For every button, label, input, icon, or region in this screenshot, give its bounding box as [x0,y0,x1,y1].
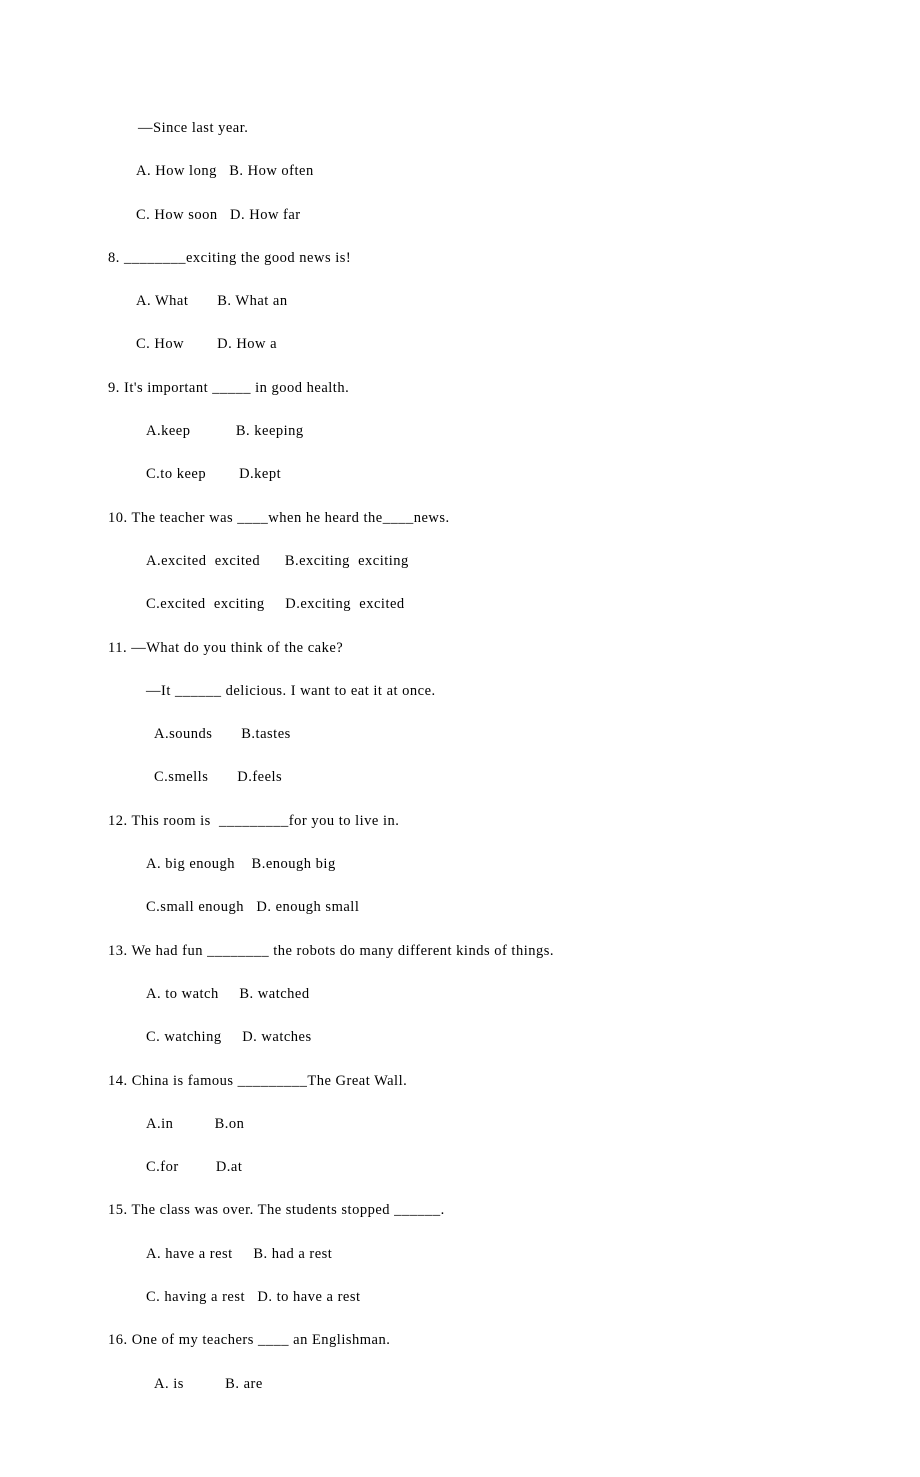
question-line: 12. This room is _________for you to liv… [108,811,920,831]
question-line: 14. China is famous _________The Great W… [108,1071,920,1091]
option-line: A.excited excited B.exciting exciting [108,551,920,571]
option-line: A. How long B. How often [108,161,920,181]
option-line: C.smells D.feels [108,767,920,787]
question-line: 10. The teacher was ____when he heard th… [108,508,920,528]
option-line: A. have a rest B. had a rest [108,1244,920,1264]
option-line: C. How D. How a [108,334,920,354]
question-line: 11. —What do you think of the cake? [108,638,920,658]
option-line: A.keep B. keeping [108,421,920,441]
question-line: 9. It's important _____ in good health. [108,378,920,398]
option-line: A. big enough B.enough big [108,854,920,874]
option-line: C. having a rest D. to have a rest [108,1287,920,1307]
option-line: A. is B. are [108,1374,920,1394]
option-line: A. to watch B. watched [108,984,920,1004]
question-line: 13. We had fun ________ the robots do ma… [108,941,920,961]
option-line: A. What B. What an [108,291,920,311]
worksheet-page: —Since last year. A. How long B. How oft… [0,118,920,1394]
question-line: 8. ________exciting the good news is! [108,248,920,268]
option-line: C. How soon D. How far [108,205,920,225]
question-line: 16. One of my teachers ____ an Englishma… [108,1330,920,1350]
answer-line: —It ______ delicious. I want to eat it a… [108,681,920,701]
option-line: C.small enough D. enough small [108,897,920,917]
option-line: C.for D.at [108,1157,920,1177]
option-line: C.to keep D.kept [108,464,920,484]
answer-line: —Since last year. [108,118,920,138]
option-line: C.excited exciting D.exciting excited [108,594,920,614]
option-line: A.in B.on [108,1114,920,1134]
question-line: 15. The class was over. The students sto… [108,1200,920,1220]
option-line: C. watching D. watches [108,1027,920,1047]
option-line: A.sounds B.tastes [108,724,920,744]
